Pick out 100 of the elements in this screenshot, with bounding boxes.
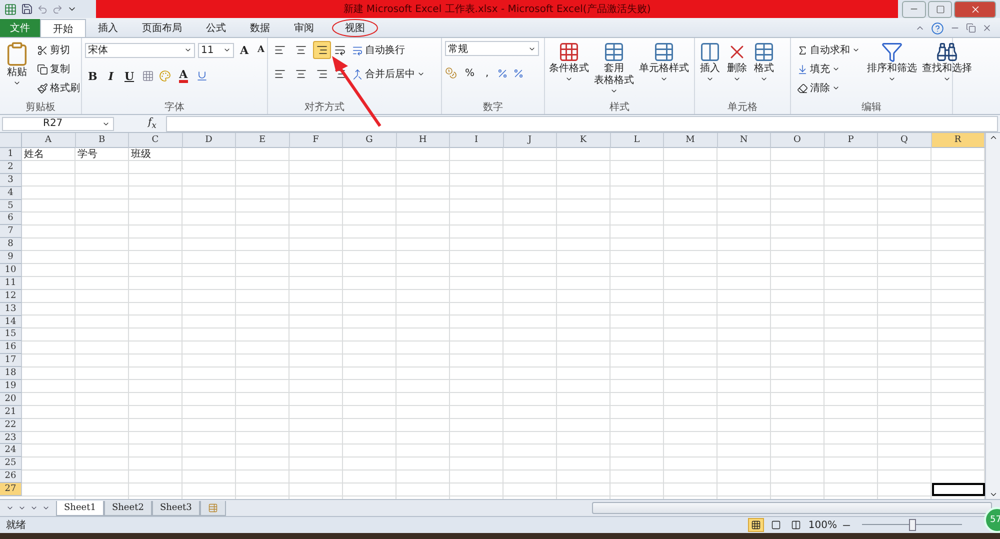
row-header[interactable]: 9: [0, 251, 22, 264]
column-header[interactable]: A: [22, 133, 76, 148]
formula-input[interactable]: [166, 116, 998, 132]
column-header[interactable]: B: [76, 133, 129, 148]
font-size-field[interactable]: 11: [198, 42, 234, 58]
row-header[interactable]: 14: [0, 316, 22, 328]
ribbon-tab[interactable]: 数据: [238, 19, 282, 37]
row-header[interactable]: 4: [0, 186, 22, 200]
column-header[interactable]: P: [824, 133, 878, 148]
sheet-tab[interactable]: Sheet2: [104, 500, 152, 516]
row-header[interactable]: 24: [0, 444, 22, 458]
ribbon-tab[interactable]: 页面布局: [130, 19, 194, 37]
column-header[interactable]: H: [396, 133, 450, 148]
column-header[interactable]: O: [771, 133, 824, 148]
excel-logo-icon: [4, 2, 17, 16]
horizontal-scrollbar[interactable]: [592, 502, 992, 514]
zoom-level[interactable]: 100%: [808, 520, 837, 530]
editing-button[interactable]: 查找和选择: [921, 41, 973, 83]
column-header[interactable]: C: [129, 133, 182, 148]
style-button[interactable]: 条件格式: [548, 41, 590, 83]
shrink-font-button[interactable]: A: [254, 41, 268, 59]
column-header[interactable]: I: [450, 133, 504, 148]
style-button[interactable]: 套用 表格格式: [593, 41, 635, 95]
insert-function-button[interactable]: f$_{x}$: [118, 117, 162, 130]
active-cell[interactable]: [932, 483, 985, 496]
editing-button[interactable]: 自动求和: [794, 41, 863, 59]
row-header[interactable]: 26: [0, 470, 22, 484]
caret-icon: [417, 70, 425, 78]
font-color-button[interactable]: A: [176, 67, 191, 85]
row-header[interactable]: 10: [0, 264, 22, 277]
clipboard-button[interactable]: 复制: [34, 60, 83, 78]
merge-center-button[interactable]: 合并后居中: [349, 65, 428, 83]
table-cell-text: 班级: [130, 148, 152, 161]
style-button[interactable]: 单元格样式: [638, 41, 690, 83]
editing-button[interactable]: 排序和筛选: [866, 41, 918, 83]
row-header[interactable]: 2: [0, 160, 22, 174]
grow-font-button[interactable]: A: [237, 41, 252, 59]
cells-button[interactable]: 插入: [698, 41, 722, 83]
name-box[interactable]: R27: [2, 116, 114, 130]
close-button[interactable]: [954, 0, 996, 18]
vertical-scrollbar[interactable]: [985, 133, 1000, 499]
clipboard-button[interactable]: 剪切: [34, 41, 83, 59]
paste-button[interactable]: 粘贴: [3, 41, 31, 87]
zoom-slider-thumb[interactable]: [909, 519, 916, 531]
new-sheet-tab[interactable]: [200, 500, 226, 516]
row-header[interactable]: 21: [0, 406, 22, 419]
cells-button[interactable]: 格式: [752, 41, 776, 83]
font-style-button[interactable]: U: [121, 67, 138, 85]
clipboard-button[interactable]: 格式刷: [34, 79, 83, 97]
column-header[interactable]: Q: [878, 133, 932, 148]
column-header[interactable]: D: [182, 133, 236, 148]
ribbon-tab[interactable]: 审阅: [282, 19, 326, 37]
font-name-field[interactable]: 宋体: [85, 42, 195, 58]
cells-button[interactable]: 删除: [725, 41, 749, 83]
row-header[interactable]: 8: [0, 238, 22, 252]
column-header[interactable]: L: [610, 133, 664, 148]
column-header[interactable]: K: [557, 133, 610, 148]
column-header[interactable]: M: [664, 133, 718, 148]
row-header[interactable]: 25: [0, 457, 22, 470]
sheet-tab[interactable]: Sheet3: [152, 500, 200, 516]
row-header[interactable]: 7: [0, 225, 22, 238]
column-header[interactable]: F: [290, 133, 343, 148]
percent-button[interactable]: %: [462, 64, 478, 82]
sheet-tab[interactable]: Sheet1: [56, 500, 104, 516]
column-header[interactable]: R: [932, 133, 985, 148]
row-header[interactable]: 5: [0, 200, 22, 212]
row-header[interactable]: 11: [0, 276, 22, 290]
row-header[interactable]: 16: [0, 341, 22, 354]
row-header[interactable]: 27: [0, 483, 22, 496]
ribbon-tab[interactable]: 文件: [0, 19, 40, 37]
maximize-button[interactable]: [928, 0, 952, 18]
column-header[interactable]: N: [718, 133, 771, 148]
wrap-text-button[interactable]: 自动换行: [349, 41, 408, 59]
column-header[interactable]: J: [504, 133, 557, 148]
column-header[interactable]: E: [236, 133, 290, 148]
row-header[interactable]: 1: [0, 148, 22, 161]
view-button[interactable]: [748, 518, 764, 532]
number-format-field[interactable]: 常规: [445, 41, 539, 56]
row-header[interactable]: 19: [0, 380, 22, 393]
ribbon-tab[interactable]: 开始: [40, 19, 86, 37]
align-button[interactable]: [313, 41, 331, 59]
row-header[interactable]: 6: [0, 212, 22, 226]
row-header[interactable]: 20: [0, 392, 22, 406]
ribbon-tab[interactable]: 公式: [194, 19, 238, 37]
row-header[interactable]: 13: [0, 302, 22, 316]
row-header[interactable]: 23: [0, 432, 22, 444]
row-header[interactable]: 15: [0, 328, 22, 342]
column-header[interactable]: G: [343, 133, 396, 148]
ribbon-tab[interactable]: 视图: [332, 19, 378, 37]
font-style-button[interactable]: I: [105, 67, 116, 85]
row-header[interactable]: 3: [0, 174, 22, 187]
row-header[interactable]: 17: [0, 354, 22, 368]
font-style-button[interactable]: B: [85, 67, 100, 85]
comma-button[interactable]: ,: [482, 64, 492, 82]
editing-button[interactable]: 清除: [794, 79, 863, 97]
row-header[interactable]: 12: [0, 290, 22, 303]
editing-button[interactable]: 填充: [794, 60, 863, 78]
row-header[interactable]: 18: [0, 367, 22, 380]
row-header[interactable]: 22: [0, 418, 22, 432]
ribbon-tab[interactable]: 插入: [86, 19, 130, 37]
